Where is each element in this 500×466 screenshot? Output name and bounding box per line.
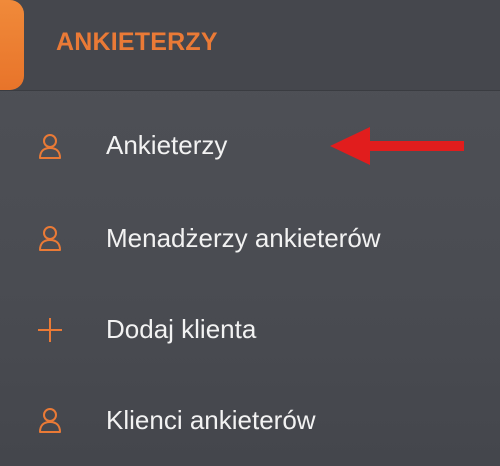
user-icon [39,134,61,159]
active-accent-bar [0,0,24,90]
sidebar-item-label: Menadżerzy ankieterów [106,223,381,253]
red-arrow-annotation [330,127,464,165]
sidebar-item-klienci[interactable]: Klienci ankieterów [0,374,500,466]
sidebar-item-label: Dodaj klienta [106,314,257,344]
section-title: ANKIETERZY [56,28,218,56]
sidebar-item-label: Ankieterzy [106,130,228,160]
user-icon [39,226,61,251]
user-icon [39,408,61,433]
plus-icon [38,318,62,342]
sidebar-item-dodaj-klienta[interactable]: Dodaj klienta [0,284,500,376]
sidebar-item-menadzerzy[interactable]: Menadżerzy ankieterów [0,192,500,284]
sidebar-item-label: Klienci ankieterów [106,405,316,435]
sidebar-section-header[interactable]: ANKIETERZY [0,0,500,91]
